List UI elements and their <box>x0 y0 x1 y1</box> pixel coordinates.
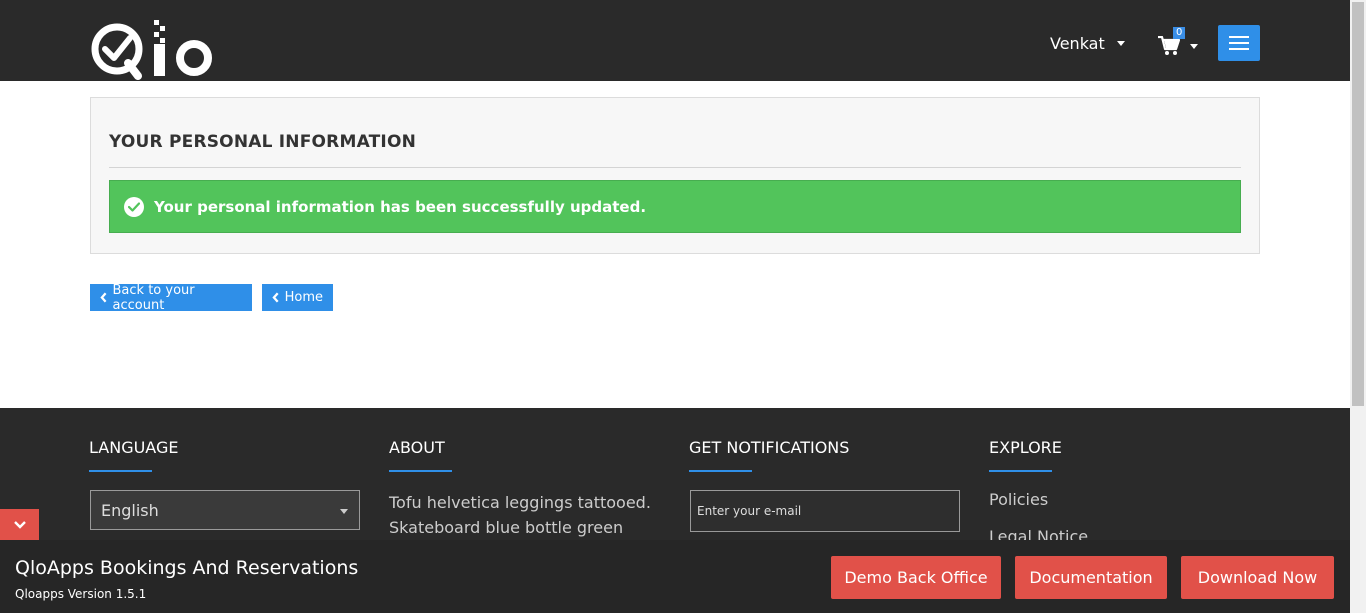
divider <box>109 167 1241 168</box>
heading-underline <box>89 470 152 472</box>
scrollbar-thumb[interactable] <box>1352 2 1364 406</box>
hamburger-icon <box>1229 42 1249 44</box>
about-heading: ABOUT <box>389 438 445 457</box>
chevron-left-icon <box>272 292 279 303</box>
page-scrollbar[interactable] <box>1350 0 1366 613</box>
back-to-account-button[interactable]: Back to your account <box>90 282 252 313</box>
personal-info-panel: YOUR PERSONAL INFORMATION Your personal … <box>90 97 1260 254</box>
success-alert: Your personal information has been succe… <box>109 180 1241 233</box>
qlo-logo[interactable] <box>90 18 216 80</box>
chevron-down-icon <box>1190 44 1198 49</box>
demo-bar-version: Qloapps Version 1.5.1 <box>15 587 147 601</box>
chevron-down-icon <box>340 509 348 514</box>
heading-underline <box>689 470 752 472</box>
hamburger-icon <box>1229 36 1249 38</box>
hamburger-menu-button[interactable] <box>1218 25 1260 61</box>
newsletter-email-input[interactable] <box>690 490 960 532</box>
heading-underline <box>989 470 1052 472</box>
hamburger-icon <box>1229 48 1249 50</box>
home-button-label: Home <box>284 290 323 305</box>
explore-heading: EXPLORE <box>989 438 1062 457</box>
site-header: Venkat 0 <box>0 0 1350 81</box>
page-title: YOUR PERSONAL INFORMATION <box>109 132 417 152</box>
demo-bar-title: QloApps Bookings And Reservations <box>15 557 359 579</box>
check-circle-icon <box>124 196 144 217</box>
language-select[interactable]: English <box>90 490 360 530</box>
back-button-label: Back to your account <box>112 282 195 313</box>
cart-count-badge: 0 <box>1173 27 1186 39</box>
chevron-down-icon <box>1116 41 1125 46</box>
language-heading: LANGUAGE <box>89 438 179 457</box>
success-message: Your personal information has been succe… <box>154 197 647 216</box>
download-now-button[interactable]: Download Now <box>1181 556 1334 599</box>
home-button[interactable]: Home <box>262 284 333 311</box>
cart-icon <box>1158 36 1180 55</box>
documentation-button[interactable]: Documentation <box>1015 556 1167 599</box>
heading-underline <box>389 470 452 472</box>
chevron-down-icon <box>13 520 26 529</box>
chevron-left-icon <box>100 292 107 303</box>
user-name: Venkat <box>1050 34 1105 53</box>
user-menu[interactable]: Venkat <box>1050 34 1125 53</box>
explore-link-policies[interactable]: Policies <box>989 490 1048 509</box>
cart-button[interactable]: 0 <box>1158 27 1198 60</box>
demo-back-office-button[interactable]: Demo Back Office <box>831 556 1001 599</box>
notifications-heading: GET NOTIFICATIONS <box>689 438 850 457</box>
language-selected-value: English <box>101 500 159 520</box>
demo-bar-toggle-button[interactable] <box>0 509 39 540</box>
demo-bar: QloApps Bookings And Reservations Qloapp… <box>0 540 1350 613</box>
